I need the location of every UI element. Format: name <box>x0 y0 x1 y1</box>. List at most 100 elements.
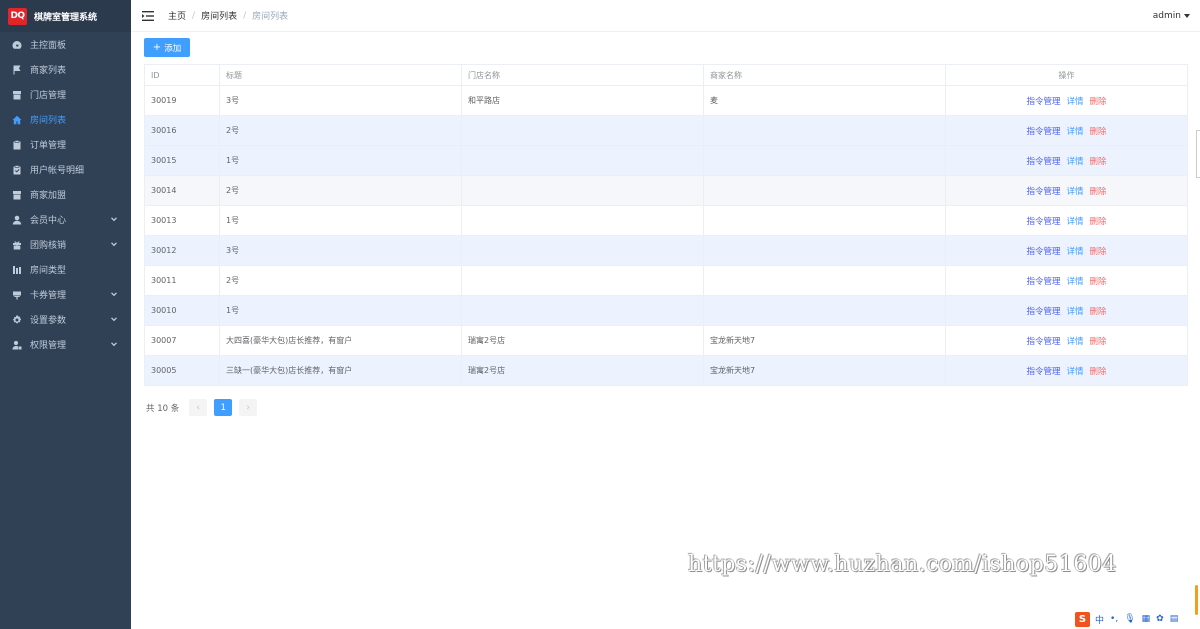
ime-punct-icon[interactable]: •, <box>1110 614 1118 624</box>
detail-link[interactable]: 详情 <box>1066 367 1083 377</box>
detail-link[interactable]: 详情 <box>1066 97 1083 107</box>
breadcrumb-separator: / <box>192 10 196 21</box>
cell-title: 1号 <box>219 205 462 236</box>
table-row: 30013 1号 指令管理 详情 删除 <box>144 205 1188 236</box>
cell-title: 3号 <box>219 85 462 116</box>
command-manage-link[interactable]: 指令管理 <box>1026 247 1060 257</box>
detail-link[interactable]: 详情 <box>1066 277 1083 287</box>
delete-link[interactable]: 删除 <box>1090 187 1107 197</box>
cell-merchant <box>703 175 946 206</box>
cell-id: 30012 <box>144 235 220 266</box>
command-manage-link[interactable]: 指令管理 <box>1026 217 1060 227</box>
delete-link[interactable]: 删除 <box>1090 157 1107 167</box>
user-icon <box>12 215 22 225</box>
microphone-icon[interactable]: 🎙 <box>1124 614 1135 624</box>
delete-link[interactable]: 删除 <box>1090 247 1107 257</box>
cell-merchant: 宝龙新天地7 <box>703 355 946 386</box>
delete-link[interactable]: 删除 <box>1090 307 1107 317</box>
detail-link[interactable]: 详情 <box>1066 157 1083 167</box>
command-manage-link[interactable]: 指令管理 <box>1026 187 1060 197</box>
command-manage-link[interactable]: 指令管理 <box>1026 337 1060 347</box>
command-manage-link[interactable]: 指令管理 <box>1026 277 1060 287</box>
breadcrumb: 主页 / 房间列表 / 房间列表 <box>168 9 288 23</box>
sidebar-item-label: 主控面板 <box>30 41 67 51</box>
detail-link[interactable]: 详情 <box>1066 187 1083 197</box>
cell-title: 2号 <box>219 115 462 146</box>
sidebar-item[interactable]: 用户帐号明细 <box>0 157 131 182</box>
scroll-indicator[interactable] <box>1195 585 1198 615</box>
sidebar-item[interactable]: 商家列表 <box>0 57 131 82</box>
delete-link[interactable]: 删除 <box>1090 217 1107 227</box>
breadcrumb-home[interactable]: 主页 <box>168 9 186 22</box>
prev-page-button[interactable]: ‹ <box>189 399 208 416</box>
detail-link[interactable]: 详情 <box>1066 217 1083 227</box>
sidebar-item[interactable]: 房间列表 <box>0 107 131 132</box>
cell-actions: 指令管理 详情 删除 <box>945 295 1188 326</box>
breadcrumb-parent[interactable]: 房间列表 <box>201 9 237 22</box>
cell-actions: 指令管理 详情 删除 <box>945 265 1188 296</box>
cell-title: 1号 <box>219 295 462 326</box>
table-header-row: ID 标题 门店名称 商家名称 操作 <box>144 64 1188 86</box>
cell-title: 2号 <box>219 175 462 206</box>
command-manage-link[interactable]: 指令管理 <box>1026 367 1060 377</box>
edge-tab[interactable] <box>1196 130 1200 178</box>
cell-id: 30011 <box>144 265 220 296</box>
menu-toggle-icon[interactable] <box>142 10 154 21</box>
keyboard-icon[interactable]: ▦ <box>1142 614 1151 624</box>
plus-icon: + <box>152 41 162 53</box>
delete-link[interactable]: 删除 <box>1090 127 1107 137</box>
detail-link[interactable]: 详情 <box>1066 307 1083 317</box>
command-manage-link[interactable]: 指令管理 <box>1026 127 1060 137</box>
next-page-button[interactable]: › <box>239 399 258 416</box>
delete-link[interactable]: 删除 <box>1090 337 1107 347</box>
detail-link[interactable]: 详情 <box>1066 337 1083 347</box>
sidebar-item[interactable]: 商家加盟 <box>0 182 131 207</box>
detail-link[interactable]: 详情 <box>1066 127 1083 137</box>
cell-merchant <box>703 235 946 266</box>
cell-merchant: 宝龙新天地7 <box>703 325 946 356</box>
cell-title: 三缺一(豪华大包)店长推荐，有窗户 <box>219 355 462 386</box>
sidebar-item[interactable]: 主控面板 <box>0 32 131 57</box>
sidebar-item-label: 房间列表 <box>30 116 67 126</box>
cell-merchant: 麦 <box>703 85 946 116</box>
chevron-down-icon <box>110 215 118 223</box>
sidebar-item[interactable]: 订单管理 <box>0 132 131 157</box>
command-manage-link[interactable]: 指令管理 <box>1026 97 1060 107</box>
ime-language[interactable]: 中 <box>1095 613 1104 626</box>
cell-title: 2号 <box>219 265 462 296</box>
store-icon <box>12 90 22 100</box>
sogou-logo-icon: S <box>1075 611 1090 627</box>
sidebar-item[interactable]: 设置参数 <box>0 307 131 332</box>
flag-icon <box>12 65 22 75</box>
delete-link[interactable]: 删除 <box>1090 367 1107 377</box>
sidebar-item-label: 商家加盟 <box>30 191 67 201</box>
user-dropdown[interactable]: admin <box>1153 11 1190 21</box>
sidebar-item[interactable]: 门店管理 <box>0 82 131 107</box>
sidebar: DQ 棋牌室管理系统 主控面板 商家列表 门店管理 房间列表 订单管理 用户帐号明细 商家加… <box>0 0 131 629</box>
room-table: ID 标题 门店名称 商家名称 操作 30019 3号 和平路店麦指令管理 详情 删除 3… <box>144 64 1188 386</box>
toolbox-icon[interactable]: ▤ <box>1170 614 1179 624</box>
detail-link[interactable]: 详情 <box>1066 247 1083 257</box>
chevron-down-icon <box>110 290 118 298</box>
command-manage-link[interactable]: 指令管理 <box>1026 307 1060 317</box>
command-manage-link[interactable]: 指令管理 <box>1026 157 1060 167</box>
table-row: 30015 1号 指令管理 详情 删除 <box>144 145 1188 176</box>
add-button[interactable]: + 添加 <box>144 38 190 57</box>
cell-actions: 指令管理 详情 删除 <box>945 175 1188 206</box>
page-number-button[interactable]: 1 <box>214 399 233 416</box>
delete-link[interactable]: 删除 <box>1090 277 1107 287</box>
table-row: 30005 三缺一(豪华大包)店长推荐，有窗户 瑞寓2号店 宝龙新天地7 指令管理 详情删… <box>144 355 1188 386</box>
sidebar-item[interactable]: 房间类型 <box>0 257 131 282</box>
sidebar-item[interactable]: 会员中心 <box>0 207 131 232</box>
sidebar-item[interactable]: 团购核销 <box>0 232 131 257</box>
sidebar-item[interactable]: 卡券管理 <box>0 282 131 307</box>
cell-id: 30013 <box>144 205 220 236</box>
ime-toolbar[interactable]: S 中 •, 🎙 ▦ ✿ ▤ <box>1075 611 1185 627</box>
brand-title: 棋牌室管理系统 <box>34 12 98 23</box>
username: admin <box>1152 11 1181 21</box>
skin-icon[interactable]: ✿ <box>1156 614 1164 624</box>
delete-link[interactable]: 删除 <box>1090 97 1107 107</box>
pagination: 共 10 条 ‹ 1 › <box>146 399 264 416</box>
sidebar-item[interactable]: 权限管理 <box>0 332 131 357</box>
cell-actions: 指令管理 详情 删除 <box>945 235 1188 266</box>
